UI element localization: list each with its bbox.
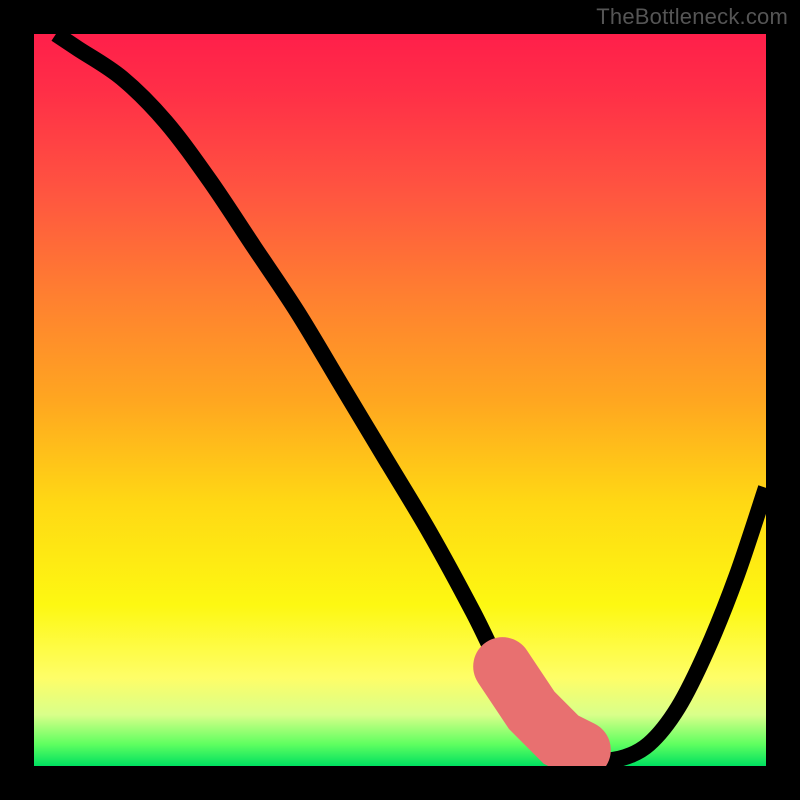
chart-plot-area	[34, 34, 766, 766]
optimum-range-marker	[502, 666, 648, 754]
bottleneck-curve-line	[56, 34, 766, 761]
watermark-text: TheBottleneck.com	[596, 4, 788, 30]
chart-svg	[34, 34, 766, 766]
